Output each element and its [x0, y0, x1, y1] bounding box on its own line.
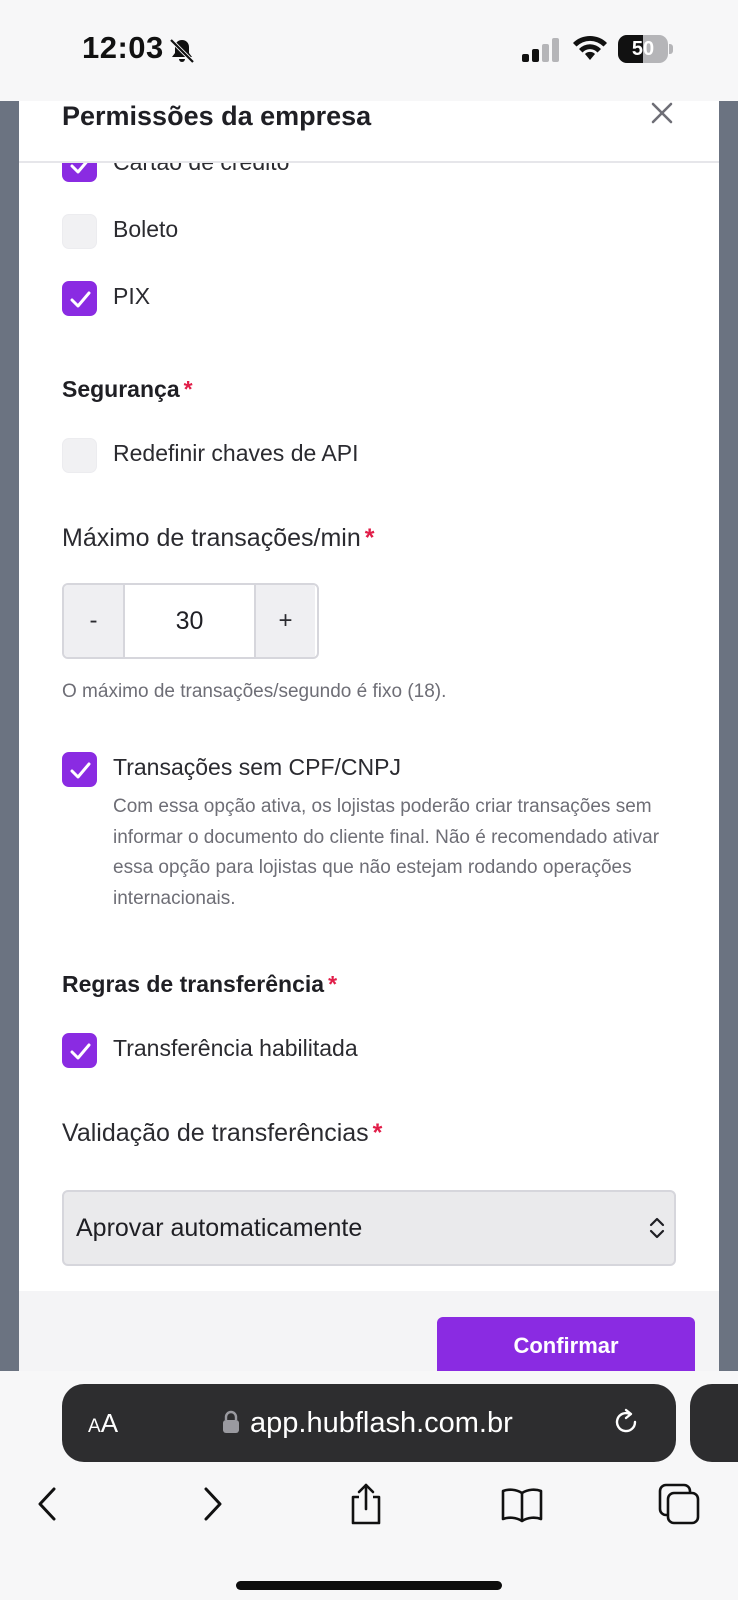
close-icon[interactable] — [647, 101, 675, 129]
battery-level: 50 — [631, 38, 655, 60]
transfer-validation-select[interactable]: Aprovar automaticamente — [62, 1190, 676, 1266]
company-permissions-modal: Cartão de crédito Boleto PIX Segurança* … — [19, 101, 719, 1371]
chevron-up-down-icon — [649, 1217, 665, 1239]
transfer-validation-selected: Aprovar automaticamente — [76, 1214, 363, 1242]
forward-icon[interactable] — [188, 1481, 234, 1527]
modal-header: Permissões da empresa — [19, 101, 719, 163]
no-document-description: Com essa opção ativa, os lojistas poderã… — [113, 796, 660, 909]
cellular-signal-icon — [522, 38, 559, 62]
transfer-enabled-label: Transferência habilitada — [113, 1035, 358, 1061]
url-text: app.hubflash.com.br — [250, 1407, 513, 1439]
lock-icon — [223, 1410, 239, 1433]
max-transactions-stepper: - 30 + — [62, 583, 319, 659]
status-time: 12:03 — [82, 30, 164, 65]
boleto-checkbox[interactable] — [62, 214, 97, 249]
reset-api-keys-label: Redefinir chaves de API — [113, 440, 359, 466]
share-icon[interactable] — [343, 1481, 389, 1527]
transfer-validation-label: Validação de transferências * — [62, 1119, 382, 1148]
security-section-title: Segurança * — [62, 376, 193, 403]
checkmark-icon — [70, 291, 91, 308]
max-transactions-helper: O máximo de transações/segundo é fixo (1… — [62, 681, 447, 702]
modal-title: Permissões da empresa — [62, 101, 372, 131]
no-document-label: Transações sem CPF/CNPJ — [113, 754, 401, 780]
battery-icon: 50 — [618, 35, 673, 63]
pix-checkbox[interactable] — [62, 281, 97, 316]
bookmarks-icon[interactable] — [499, 1481, 545, 1527]
required-mark: * — [328, 971, 338, 997]
home-indicator — [236, 1581, 502, 1590]
reload-icon[interactable] — [610, 1406, 642, 1438]
aa-large: A — [100, 1408, 119, 1438]
transfer-enabled-checkbox[interactable] — [62, 1033, 97, 1068]
back-icon[interactable] — [26, 1481, 72, 1527]
decrement-button[interactable]: - — [64, 585, 125, 657]
confirm-button[interactable]: Confirmar — [437, 1317, 695, 1371]
max-transactions-input[interactable]: 30 — [127, 585, 252, 657]
modal-footer: Confirmar — [19, 1291, 719, 1371]
address-bar[interactable]: AA app.hubflash.com.br — [62, 1384, 676, 1462]
pix-label: PIX — [113, 283, 151, 309]
boleto-label: Boleto — [113, 216, 179, 242]
browser-chrome: AA app.hubflash.com.br — [0, 1371, 738, 1600]
reset-api-keys-checkbox[interactable] — [62, 438, 97, 473]
transfer-validation-label-text: Validação de transferências — [62, 1119, 369, 1147]
increment-button[interactable]: + — [254, 585, 315, 657]
required-mark: * — [372, 1119, 383, 1147]
security-title-text: Segurança — [62, 376, 180, 402]
bell-slash-icon — [169, 38, 195, 64]
aa-small: A — [88, 1416, 101, 1437]
no-document-checkbox[interactable] — [62, 752, 97, 787]
text-size-button[interactable]: AA — [88, 1384, 118, 1466]
next-tab-preview[interactable] — [690, 1384, 738, 1462]
transfer-rules-title-text: Regras de transferência — [62, 971, 325, 997]
status-bar: 12:03 50 — [0, 0, 738, 101]
max-transactions-label-text: Máximo de transações/min — [62, 524, 361, 552]
wifi-icon — [573, 35, 607, 60]
tabs-icon[interactable] — [656, 1481, 702, 1527]
required-mark: * — [364, 524, 375, 552]
transfer-rules-section-title: Regras de transferência * — [62, 971, 337, 998]
checkmark-icon — [70, 762, 91, 779]
checkmark-icon — [70, 1043, 91, 1060]
max-transactions-label: Máximo de transações/min * — [62, 524, 374, 553]
required-mark: * — [183, 376, 193, 402]
